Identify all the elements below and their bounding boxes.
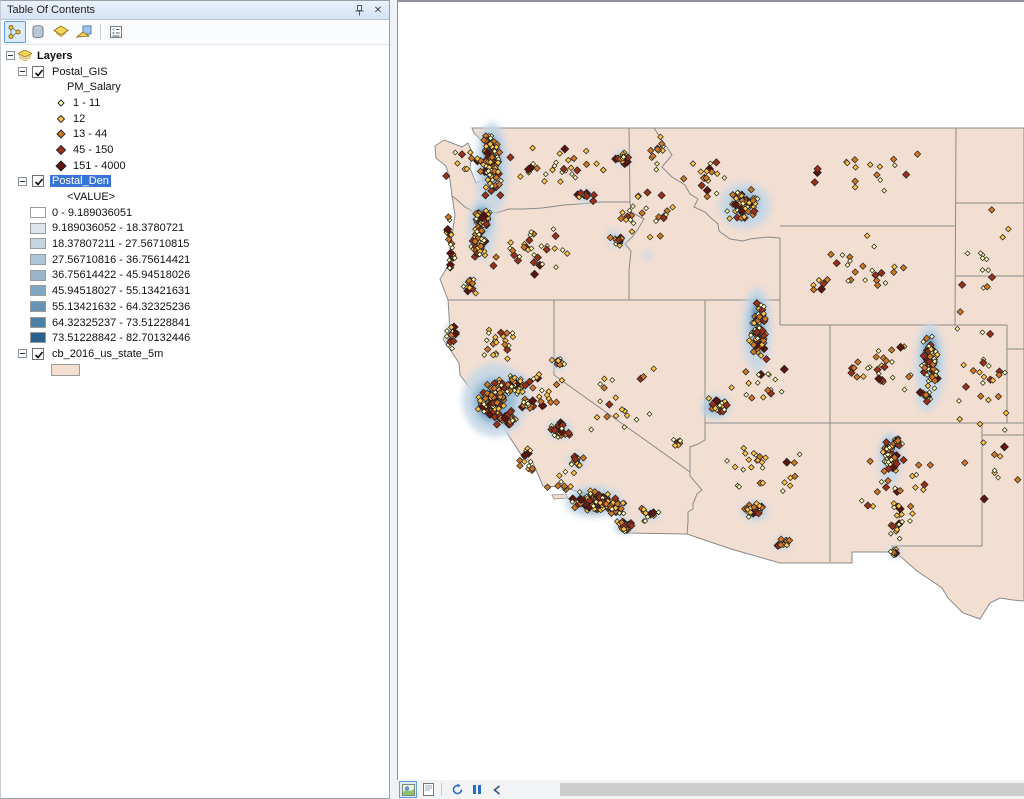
scrollbar-thumb[interactable] bbox=[560, 783, 1024, 796]
close-icon[interactable]: ✕ bbox=[370, 3, 386, 17]
pause-drawing-button[interactable] bbox=[468, 781, 486, 798]
toc-title: Table Of Contents bbox=[7, 4, 96, 16]
polygon-swatch[interactable] bbox=[51, 363, 80, 376]
list-by-selection-button[interactable] bbox=[73, 21, 95, 43]
list-by-visibility-button[interactable] bbox=[50, 21, 72, 43]
raster-class-swatch bbox=[30, 238, 46, 250]
arcmap-window: Table Of Contents ✕ Layers Postal_GIS PM_S… bbox=[0, 0, 1024, 799]
legend-class-label: 64.32325237 - 73.51228841 bbox=[52, 316, 191, 329]
panel-splitter[interactable] bbox=[390, 0, 397, 799]
expand-collapse-box[interactable] bbox=[18, 176, 27, 186]
scroll-left-arrow-button[interactable] bbox=[488, 781, 506, 798]
data-view-button[interactable] bbox=[399, 781, 417, 798]
legend-class-label: 9.189036052 - 18.3780721 bbox=[52, 222, 185, 235]
legend-class-label: 45 - 150 bbox=[73, 143, 114, 156]
map-canvas[interactable] bbox=[398, 2, 1024, 780]
legend-class-label: 13 - 44 bbox=[73, 128, 108, 141]
raster-class-swatch bbox=[30, 332, 46, 344]
toolbar-separator bbox=[100, 24, 101, 40]
legend-class-label: 151 - 4000 bbox=[73, 159, 126, 172]
tree-item-cb_2016_us_state_5m[interactable]: cb_2016_us_state_5m bbox=[50, 348, 165, 360]
options-button[interactable] bbox=[105, 21, 127, 43]
raster-class-swatch bbox=[30, 206, 46, 218]
tree-item-layers[interactable]: Layers bbox=[35, 50, 74, 62]
raster-class-swatch bbox=[30, 269, 46, 281]
expand-collapse-box[interactable] bbox=[18, 349, 27, 359]
legend-class-label: 55.13421632 - 64.32325236 bbox=[52, 300, 191, 313]
expand-collapse-box[interactable] bbox=[18, 67, 27, 77]
legend-class-label: 73.51228842 - 82.70132446 bbox=[52, 332, 191, 345]
layer-visibility-checkbox[interactable] bbox=[32, 175, 44, 188]
legend-class-label: 0 - 9.189036051 bbox=[52, 206, 133, 219]
toc-toolbar bbox=[1, 20, 389, 45]
toc-titlebar: Table Of Contents ✕ bbox=[1, 1, 389, 20]
list-by-drawing-order-button[interactable] bbox=[4, 21, 26, 43]
legend-field-label: PM_Salary bbox=[67, 81, 121, 94]
legend-class-label: 1 - 11 bbox=[73, 96, 101, 109]
legend-class-label: 45.94518027 - 55.13421631 bbox=[52, 285, 191, 298]
horizontal-scrollbar[interactable] bbox=[560, 783, 1024, 796]
legend-class-label: 36.75614422 - 45.94518026 bbox=[52, 269, 191, 282]
legend-field-label: <VALUE> bbox=[67, 191, 116, 204]
map-viewport[interactable] bbox=[397, 0, 1024, 780]
pin-icon[interactable] bbox=[351, 3, 367, 17]
legend-class-label: 27.56710816 - 36.75614421 bbox=[52, 253, 191, 266]
refresh-button[interactable] bbox=[448, 781, 466, 798]
table-of-contents-panel: Table Of Contents ✕ Layers Postal_GIS PM_S… bbox=[0, 0, 390, 799]
layer-visibility-checkbox[interactable] bbox=[32, 65, 44, 78]
expand-collapse-box[interactable] bbox=[6, 51, 15, 61]
legend-class-label: 12 bbox=[73, 112, 86, 125]
raster-class-swatch bbox=[30, 222, 46, 234]
raster-class-swatch bbox=[30, 301, 46, 312]
raster-class-swatch bbox=[30, 285, 46, 297]
legend-class-label: 18.37807211 - 27.56710815 bbox=[52, 238, 190, 251]
list-by-source-button[interactable] bbox=[27, 21, 49, 43]
layout-view-button[interactable] bbox=[419, 781, 437, 798]
raster-class-swatch bbox=[30, 316, 46, 328]
toc-layer-tree: Layers Postal_GIS PM_Salary 1 - 11 12 13 - 44… bbox=[1, 45, 389, 377]
raster-class-swatch bbox=[30, 253, 46, 265]
view-toolbar bbox=[397, 780, 1024, 799]
layer-visibility-checkbox[interactable] bbox=[32, 347, 44, 360]
tree-item-postal_den[interactable]: Postal_Den bbox=[50, 175, 111, 188]
tree-item-postal_gis[interactable]: Postal_GIS bbox=[50, 66, 110, 78]
viewbar-separator bbox=[441, 783, 442, 796]
